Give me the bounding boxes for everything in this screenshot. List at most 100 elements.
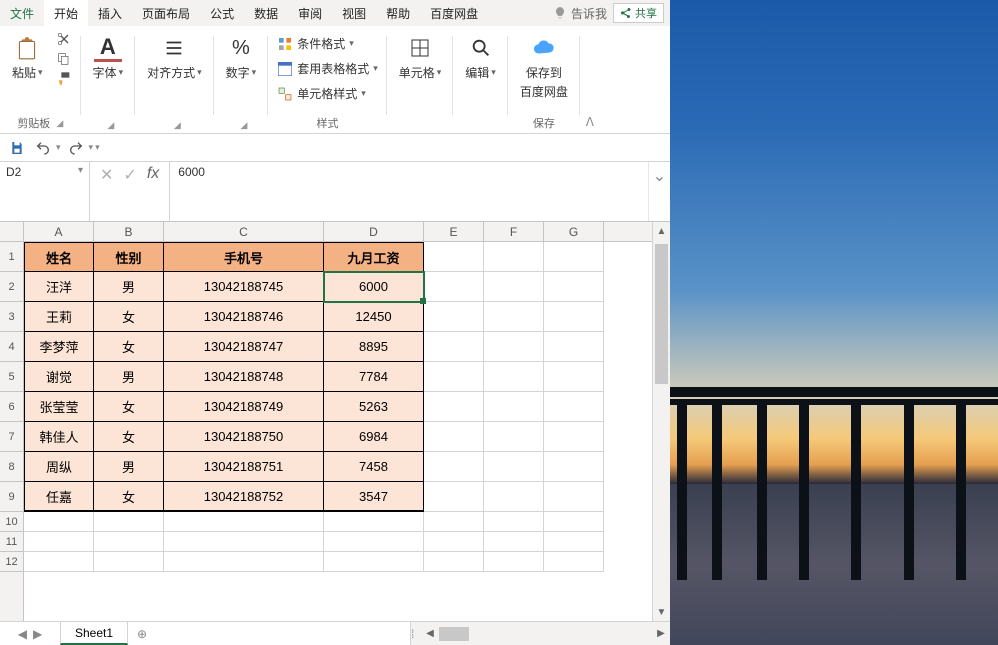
align-dialog-launcher[interactable]: ◢ xyxy=(174,120,181,131)
cell-F7[interactable] xyxy=(484,422,544,452)
cells-button[interactable]: 单元格▾ xyxy=(393,30,448,85)
scroll-right-arrow[interactable]: ▶ xyxy=(652,628,670,639)
cell-D11[interactable] xyxy=(324,532,424,552)
cell-E5[interactable] xyxy=(424,362,484,392)
cell-F10[interactable] xyxy=(484,512,544,532)
cell-F5[interactable] xyxy=(484,362,544,392)
cell-A11[interactable] xyxy=(24,532,94,552)
cell-G6[interactable] xyxy=(544,392,604,422)
cell-G1[interactable] xyxy=(544,242,604,272)
cell-A3[interactable]: 王莉 xyxy=(24,302,94,332)
tab-insert[interactable]: 插入 xyxy=(88,0,132,26)
tab-layout[interactable]: 页面布局 xyxy=(132,0,200,26)
fx-button[interactable]: fx xyxy=(147,165,159,183)
select-all-corner[interactable] xyxy=(0,222,24,242)
sheet-tab[interactable]: Sheet1 xyxy=(60,622,128,645)
editing-button[interactable]: 编辑▾ xyxy=(459,30,502,85)
sheet-nav-prev[interactable]: ◀ xyxy=(18,627,27,641)
cell-E6[interactable] xyxy=(424,392,484,422)
cell-D12[interactable] xyxy=(324,552,424,572)
cell-D6[interactable]: 5263 xyxy=(324,392,424,422)
cell-E9[interactable] xyxy=(424,482,484,512)
cell-B11[interactable] xyxy=(94,532,164,552)
cell-C7[interactable]: 13042188750 xyxy=(164,422,324,452)
vscroll-thumb[interactable] xyxy=(655,244,668,384)
cell-A5[interactable]: 谢觉 xyxy=(24,362,94,392)
add-sheet-button[interactable]: ⊕ xyxy=(128,622,156,645)
cell-D10[interactable] xyxy=(324,512,424,532)
cell-G7[interactable] xyxy=(544,422,604,452)
cell-D4[interactable]: 8895 xyxy=(324,332,424,362)
cell-F1[interactable] xyxy=(484,242,544,272)
tell-me[interactable]: 告诉我 xyxy=(553,5,607,22)
cell-B4[interactable]: 女 xyxy=(94,332,164,362)
row-header-7[interactable]: 7 xyxy=(0,422,23,452)
row-header-11[interactable]: 11 xyxy=(0,532,23,552)
cell-styles-button[interactable]: 单元格样式▾ xyxy=(274,84,381,103)
hscroll-split[interactable]: ⁞ xyxy=(411,627,421,641)
cell-D5[interactable]: 7784 xyxy=(324,362,424,392)
cell-G4[interactable] xyxy=(544,332,604,362)
tab-view[interactable]: 视图 xyxy=(332,0,376,26)
cell-G3[interactable] xyxy=(544,302,604,332)
cell-C10[interactable] xyxy=(164,512,324,532)
cell-A6[interactable]: 张莹莹 xyxy=(24,392,94,422)
clipboard-dialog-launcher[interactable]: ◢ xyxy=(56,118,63,129)
cell-C1[interactable]: 手机号 xyxy=(164,242,324,272)
accept-formula[interactable]: ✓ xyxy=(123,165,136,185)
format-painter-button[interactable] xyxy=(53,70,75,88)
tab-formulas[interactable]: 公式 xyxy=(200,0,244,26)
tab-home[interactable]: 开始 xyxy=(44,0,88,26)
row-header-2[interactable]: 2 xyxy=(0,272,23,302)
row-header-9[interactable]: 9 xyxy=(0,482,23,512)
cell-G10[interactable] xyxy=(544,512,604,532)
formula-input[interactable]: 6000 xyxy=(170,162,648,221)
cut-button[interactable] xyxy=(53,30,75,48)
cell-B12[interactable] xyxy=(94,552,164,572)
cell-A4[interactable]: 李梦萍 xyxy=(24,332,94,362)
cell-B5[interactable]: 男 xyxy=(94,362,164,392)
font-button[interactable]: A 字体▾ xyxy=(87,30,130,85)
undo-button[interactable] xyxy=(32,137,54,159)
paste-button[interactable]: 粘贴▾ xyxy=(6,30,49,85)
cell-A9[interactable]: 任嘉 xyxy=(24,482,94,512)
cell-C3[interactable]: 13042188746 xyxy=(164,302,324,332)
cell-F9[interactable] xyxy=(484,482,544,512)
row-header-6[interactable]: 6 xyxy=(0,392,23,422)
cell-E10[interactable] xyxy=(424,512,484,532)
cell-D7[interactable]: 6984 xyxy=(324,422,424,452)
cell-E7[interactable] xyxy=(424,422,484,452)
copy-button[interactable] xyxy=(53,50,75,68)
cell-A2[interactable]: 汪洋 xyxy=(24,272,94,302)
col-header-B[interactable]: B xyxy=(94,222,164,241)
collapse-ribbon[interactable]: ᐱ xyxy=(580,26,600,133)
cell-E4[interactable] xyxy=(424,332,484,362)
horizontal-scrollbar[interactable]: ⁞ ◀ ▶ xyxy=(410,622,670,645)
cell-B8[interactable]: 男 xyxy=(94,452,164,482)
row-header-5[interactable]: 5 xyxy=(0,362,23,392)
col-header-G[interactable]: G xyxy=(544,222,604,241)
align-button[interactable]: 对齐方式▾ xyxy=(141,30,208,85)
cell-F6[interactable] xyxy=(484,392,544,422)
col-header-C[interactable]: C xyxy=(164,222,324,241)
vertical-scrollbar[interactable]: ▲ ▼ xyxy=(652,222,670,621)
cell-D2[interactable]: 6000 xyxy=(324,272,424,302)
share-button[interactable]: 共享 xyxy=(613,3,664,23)
cell-A1[interactable]: 姓名 xyxy=(24,242,94,272)
cell-F11[interactable] xyxy=(484,532,544,552)
cell-F4[interactable] xyxy=(484,332,544,362)
cell-F3[interactable] xyxy=(484,302,544,332)
cell-C2[interactable]: 13042188745 xyxy=(164,272,324,302)
row-header-8[interactable]: 8 xyxy=(0,452,23,482)
cell-E2[interactable] xyxy=(424,272,484,302)
cell-B1[interactable]: 性别 xyxy=(94,242,164,272)
col-header-D[interactable]: D xyxy=(324,222,424,241)
row-header-1[interactable]: 1 xyxy=(0,242,23,272)
save-baidu-button[interactable]: 保存到 百度网盘 xyxy=(514,30,574,104)
cell-G12[interactable] xyxy=(544,552,604,572)
cell-G5[interactable] xyxy=(544,362,604,392)
cell-A8[interactable]: 周纵 xyxy=(24,452,94,482)
cell-C6[interactable]: 13042188749 xyxy=(164,392,324,422)
name-box[interactable]: D2 ▾ xyxy=(0,162,90,221)
cell-D3[interactable]: 12450 xyxy=(324,302,424,332)
